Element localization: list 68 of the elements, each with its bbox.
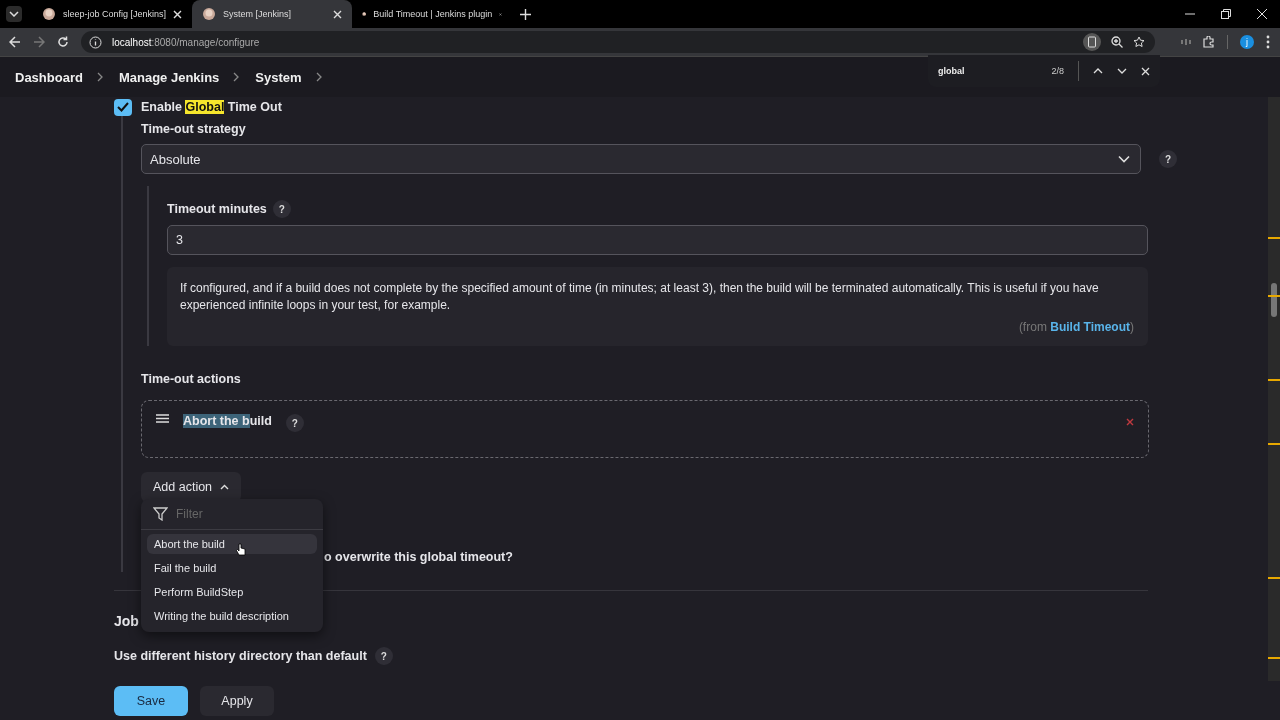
menu-item[interactable]: Perform BuildStep bbox=[147, 582, 317, 602]
field-label: Timeout minutes bbox=[167, 202, 267, 216]
forward-icon[interactable] bbox=[33, 36, 45, 48]
info-icon bbox=[89, 35, 102, 49]
caret-icon bbox=[1118, 155, 1131, 163]
tab-title: System [Jenkins] bbox=[223, 9, 293, 19]
next-icon[interactable] bbox=[1117, 68, 1127, 74]
tab-search-button[interactable] bbox=[6, 6, 22, 22]
restore-icon[interactable] bbox=[1221, 9, 1231, 19]
drag-handle-icon[interactable] bbox=[156, 414, 169, 423]
close-icon[interactable] bbox=[173, 9, 182, 19]
help-text: If configured, and if a build does not complete by the specified amount of time (in minutes; at least 3), then the build will be terminated automatically. This is useful if you have experienced infinite loops in your test, for example. bbox=[180, 280, 1100, 314]
delete-icon[interactable] bbox=[1126, 418, 1134, 426]
extensions-icon[interactable] bbox=[1203, 36, 1215, 48]
checkbox[interactable] bbox=[114, 98, 132, 116]
back-icon[interactable] bbox=[9, 36, 21, 48]
field-label: Time-out strategy bbox=[141, 122, 247, 136]
breadcrumb-link[interactable]: Manage Jenkins bbox=[118, 69, 220, 85]
section-heading: Job bbox=[114, 613, 139, 629]
media-icon[interactable] bbox=[1181, 39, 1191, 45]
chevron-icon[interactable] bbox=[315, 72, 322, 82]
source-note: (from Build Timeout) bbox=[1018, 320, 1134, 334]
zoom-icon[interactable] bbox=[1111, 36, 1123, 48]
plugin-link[interactable]: Build Timeout bbox=[1050, 320, 1130, 334]
save-button[interactable]: Save bbox=[114, 685, 188, 716]
reload-icon[interactable] bbox=[57, 36, 69, 48]
menu-item[interactable]: Fail the build bbox=[147, 558, 317, 578]
new-tab-icon[interactable] bbox=[520, 8, 531, 20]
close-icon[interactable] bbox=[333, 9, 342, 19]
apply-button[interactable]: Apply bbox=[200, 685, 274, 716]
help-button[interactable]: ? bbox=[285, 414, 304, 432]
checkbox-label: Enable Global Time Out bbox=[141, 100, 282, 114]
filter-field[interactable]: Filter bbox=[176, 507, 306, 521]
match-count: 2/8 bbox=[1051, 66, 1064, 76]
close-icon[interactable] bbox=[1257, 9, 1267, 19]
strategy-dropdown[interactable]: Absolute bbox=[141, 144, 1142, 174]
tab-title: sleep-job Config [Jenkins] bbox=[62, 9, 167, 19]
chevron-icon[interactable] bbox=[233, 72, 240, 82]
find-query[interactable]: global bbox=[938, 66, 1038, 76]
add-action-button[interactable]: Add action bbox=[141, 472, 242, 502]
browser-tab[interactable]: sleep-job Config [Jenkins] bbox=[32, 0, 192, 28]
close-icon[interactable] bbox=[1141, 66, 1150, 76]
url-text: localhost:8080/manage/configure bbox=[112, 36, 260, 48]
scrollbar[interactable] bbox=[1268, 97, 1280, 681]
chevron-icon[interactable] bbox=[96, 72, 103, 82]
menu-icon[interactable] bbox=[1266, 35, 1270, 49]
star-icon[interactable] bbox=[1133, 36, 1145, 48]
tab-title: Build Timeout | Jenkins plugin bbox=[373, 9, 493, 19]
action-title: Abort the build bbox=[183, 414, 272, 428]
timeout-input[interactable]: 3 bbox=[167, 225, 1148, 255]
menu-item[interactable]: Writing the build description bbox=[147, 606, 317, 626]
breadcrumb-link[interactable]: Dashboard bbox=[15, 69, 83, 85]
browser-tab[interactable]: System [Jenkins] bbox=[192, 0, 352, 28]
browser-tab[interactable]: Build Timeout | Jenkins plugin bbox=[352, 0, 512, 28]
section-label: Time-out actions bbox=[141, 372, 242, 386]
option-label: Use different history directory than default bbox=[114, 649, 367, 663]
hand-cursor-icon bbox=[236, 543, 246, 557]
help-button[interactable]: ? bbox=[374, 647, 393, 665]
previous-icon[interactable] bbox=[1093, 68, 1103, 74]
breadcrumb-link[interactable]: System bbox=[255, 69, 302, 85]
caret-icon bbox=[9, 11, 19, 17]
help-button[interactable]: ? bbox=[272, 200, 291, 218]
menu-item[interactable]: Abort the build bbox=[147, 534, 317, 554]
address-bar[interactable]: localhost:8080/manage/configure bbox=[81, 31, 1155, 53]
help-button[interactable]: ? bbox=[1159, 150, 1177, 168]
page-icon[interactable] bbox=[1083, 33, 1101, 51]
filter-icon bbox=[153, 507, 168, 521]
question-text: o overwrite this global timeout? bbox=[324, 550, 514, 564]
